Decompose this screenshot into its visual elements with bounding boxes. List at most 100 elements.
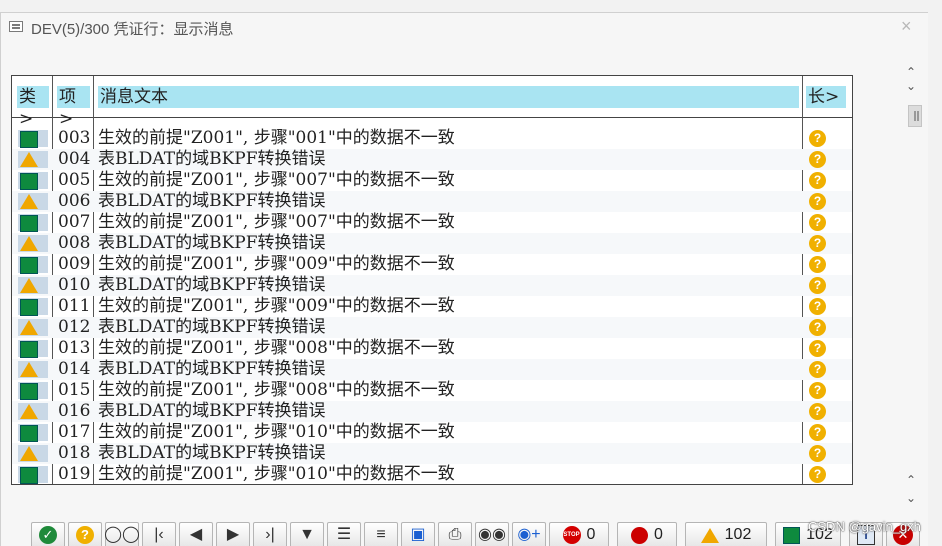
table-row[interactable]: 004 表BLDAT的域BKPF转换错误? [12,149,852,170]
long-text-help-icon[interactable]: ? [809,382,826,399]
table-row[interactable]: 006 表BLDAT的域BKPF转换错误? [12,191,852,212]
check-icon: ✓ [39,526,57,544]
warning-icon [700,527,719,543]
close-icon[interactable]: × [901,16,912,36]
long-text-help-icon[interactable]: ? [809,214,826,231]
long-text-help-icon[interactable]: ? [809,361,826,378]
success-icon [783,526,801,544]
help-button[interactable]: ? [68,522,102,546]
last-page-button[interactable]: ›| [253,522,287,546]
long-text-help-icon[interactable]: ? [809,403,826,420]
message-text: 生效的前提"Z001", 步骤"010"中的数据不一致 [98,422,455,442]
error-messages-button[interactable]: 0 [617,522,677,546]
column-header-type[interactable]: 类> [17,86,49,129]
long-text-help-icon[interactable]: ? [809,340,826,357]
details-button[interactable]: ◯◯ [104,522,140,546]
watermark: CSDN @gavin_gxh [808,519,921,534]
table-row[interactable]: 018 表BLDAT的域BKPF转换错误? [12,443,852,464]
long-text-help-icon[interactable]: ? [809,298,826,315]
last-page-icon: ›| [265,526,275,543]
table-row[interactable]: 007 生效的前提"Z001", 步骤"007"中的数据不一致? [12,212,852,233]
filter-icon: ▼ [299,526,315,543]
find-next-button[interactable]: ◉+ [512,522,546,546]
long-text-help-icon[interactable]: ? [809,445,826,462]
table-row[interactable]: 014 表BLDAT的域BKPF转换错误? [12,359,852,380]
message-text: 生效的前提"Z001", 步骤"009"中的数据不一致 [98,254,455,274]
item-number: 005 [58,170,91,190]
long-text-help-icon[interactable]: ? [809,466,826,483]
question-icon: ? [76,526,94,544]
success-icon [18,466,48,484]
item-number: 012 [58,317,91,337]
message-text: 表BLDAT的域BKPF转换错误 [98,317,326,337]
warning-icon [18,445,48,462]
previous-page-button[interactable]: ◀ [179,522,213,546]
long-text-help-icon[interactable]: ? [809,319,826,336]
message-text: 生效的前提"Z001", 步骤"007"中的数据不一致 [98,170,455,190]
message-text: 生效的前提"Z001", 步骤"008"中的数据不一致 [98,380,455,400]
stop-icon: STOP [562,526,581,544]
message-text: 表BLDAT的域BKPF转换错误 [98,401,326,421]
glasses-icon: ◯◯ [104,526,140,543]
column-header-message[interactable]: 消息文本 [98,86,799,108]
message-dialog: DEV(5)/300 凭证行：显示消息 × ⌃ ⌄ ⌃ ⌄ 类> 项> 消息文本… [0,12,928,546]
table-row[interactable]: 019 生效的前提"Z001", 步骤"010"中的数据不一致? [12,464,852,484]
continue-button[interactable]: ✓ [31,522,65,546]
next-icon: ▶ [226,526,240,543]
item-number: 019 [58,464,91,484]
success-icon [18,256,48,274]
table-row[interactable]: 017 生效的前提"Z001", 步骤"010"中的数据不一致? [12,422,852,443]
stop-messages-button[interactable]: STOP 0 [549,522,609,546]
scroll-up-icon[interactable]: ⌃ [906,65,916,79]
long-text-help-icon[interactable]: ? [809,256,826,273]
scroll-page-up-icon[interactable]: ⌃ [906,473,916,487]
message-text: 表BLDAT的域BKPF转换错误 [98,149,326,169]
item-number: 011 [58,296,91,316]
table-row[interactable]: 011 生效的前提"Z001", 步骤"009"中的数据不一致? [12,296,852,317]
warning-messages-button[interactable]: 102 [685,522,767,546]
warning-icon [18,235,48,252]
scrollbar-thumb[interactable] [908,105,922,127]
table-row[interactable]: 012 表BLDAT的域BKPF转换错误? [12,317,852,338]
table-row[interactable]: 016 表BLDAT的域BKPF转换错误? [12,401,852,422]
table-row[interactable]: 015 生效的前提"Z001", 步骤"008"中的数据不一致? [12,380,852,401]
column-header-long-text[interactable]: 长> [806,86,846,108]
column-header-item[interactable]: 项> [57,86,90,129]
message-text: 表BLDAT的域BKPF转换错误 [98,275,326,295]
scroll-page-down-icon[interactable]: ⌄ [906,491,916,505]
long-text-help-icon[interactable]: ? [809,277,826,294]
print-button[interactable]: ⎙ [438,522,472,546]
long-text-help-icon[interactable]: ? [809,193,826,210]
export-button[interactable]: ▣ [401,522,435,546]
sort-button[interactable]: ☰ [327,522,361,546]
table-row[interactable]: 005 生效的前提"Z001", 步骤"007"中的数据不一致? [12,170,852,191]
scroll-down-icon[interactable]: ⌄ [906,79,916,93]
table-row[interactable]: 008 表BLDAT的域BKPF转换错误? [12,233,852,254]
long-text-help-icon[interactable]: ? [809,235,826,252]
binoculars-icon: ◉◉ [478,526,506,543]
select-layout-button[interactable]: ≡ [364,522,398,546]
warning-icon [18,403,48,420]
dialog-icon [9,21,23,32]
table-row[interactable]: 010 表BLDAT的域BKPF转换错误? [12,275,852,296]
item-number: 017 [58,422,91,442]
success-icon [18,172,48,190]
title-bar: DEV(5)/300 凭证行：显示消息 × [1,13,928,41]
filter-button[interactable]: ▼ [290,522,324,546]
warning-icon [18,193,48,210]
table-row[interactable]: 009 生效的前提"Z001", 步骤"009"中的数据不一致? [12,254,852,275]
table-row[interactable]: 013 生效的前提"Z001", 步骤"008"中的数据不一致? [12,338,852,359]
find-button[interactable]: ◉◉ [475,522,509,546]
table-row[interactable]: 003 生效的前提"Z001", 步骤"001"中的数据不一致? [12,128,852,149]
message-text: 生效的前提"Z001", 步骤"008"中的数据不一致 [98,338,455,358]
item-number: 003 [58,128,91,148]
long-text-help-icon[interactable]: ? [809,151,826,168]
first-page-button[interactable]: |‹ [142,522,176,546]
dialog-title: DEV(5)/300 凭证行：显示消息 [31,21,234,38]
next-page-button[interactable]: ▶ [216,522,250,546]
first-page-icon: |‹ [154,526,164,543]
long-text-help-icon[interactable]: ? [809,424,826,441]
long-text-help-icon[interactable]: ? [809,172,826,189]
long-text-help-icon[interactable]: ? [809,130,826,147]
error-count: 0 [654,526,663,543]
